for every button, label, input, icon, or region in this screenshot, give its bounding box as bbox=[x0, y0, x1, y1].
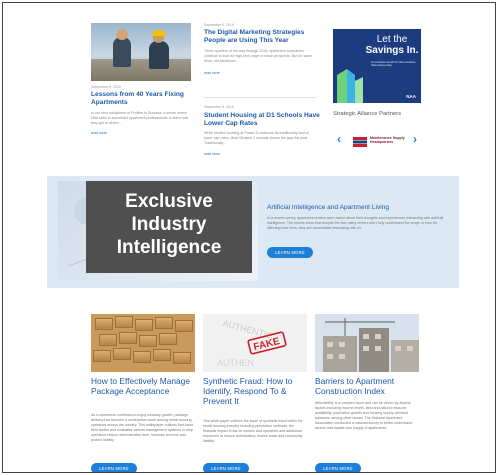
article-excerpt: Three-quarters of the way through 2016, … bbox=[204, 49, 313, 64]
ad-headline: Let the Savings In. bbox=[365, 34, 419, 56]
package-boxes-image[interactable] bbox=[91, 314, 195, 372]
ad-building-graphic bbox=[337, 69, 363, 103]
read-more-link[interactable]: read more bbox=[204, 152, 220, 156]
learn-more-button[interactable]: LEARN MORE bbox=[267, 247, 313, 258]
article-date: September 8, 2016 bbox=[91, 85, 121, 89]
card-title-synthetic-fraud[interactable]: Synthetic Fraud: How to Identify, Respon… bbox=[203, 376, 307, 407]
exclusive-intelligence-heading: Exclusive Industry Intelligence bbox=[116, 191, 222, 259]
card-excerpt: Affordability is a complex issue and can… bbox=[315, 401, 413, 431]
card-excerpt: This white paper outlines the issue of s… bbox=[203, 419, 303, 444]
article-title-student-housing[interactable]: Student Housing at D1 Schools Have Lower… bbox=[204, 112, 320, 128]
card-title-construction[interactable]: Barriers to Apartment Construction Index bbox=[315, 376, 419, 397]
partners-label: Strategic Alliance Partners bbox=[333, 111, 401, 117]
article-excerpt: While student housing at Power 5 continu… bbox=[204, 131, 309, 146]
partner-flag-icon bbox=[353, 137, 367, 147]
savings-ad-banner[interactable]: Let the Savings In. An exclusive benefit… bbox=[333, 29, 421, 103]
article-divider bbox=[204, 97, 316, 98]
article-title-lessons[interactable]: Lessons from 40 Years Fixing Apartments bbox=[91, 91, 191, 107]
workers-thumbnail[interactable] bbox=[91, 23, 191, 81]
next-partner-arrow[interactable]: › bbox=[413, 132, 417, 146]
learn-more-button[interactable]: LEARN MORE bbox=[91, 463, 137, 472]
prev-partner-arrow[interactable]: ‹ bbox=[337, 132, 341, 146]
card-excerpt: As e-commerce continues to enjoy runaway… bbox=[91, 413, 193, 443]
article-title-digital-marketing[interactable]: The Digital Marketing Strategies People … bbox=[204, 29, 320, 45]
learn-more-button[interactable]: LEARN MORE bbox=[315, 463, 361, 472]
article-date: September 8, 2016 bbox=[204, 105, 234, 109]
band-article-excerpt: In a recent survey, apartment renters we… bbox=[267, 216, 444, 231]
band-article-title[interactable]: Artificial Intelligence and Apartment Li… bbox=[267, 204, 389, 211]
ad-subtext: An exclusive benefit for NAA members. St… bbox=[371, 61, 416, 68]
read-more-link[interactable]: read more bbox=[204, 71, 220, 75]
learn-more-button[interactable]: LEARN MORE bbox=[203, 463, 249, 472]
card-title-package[interactable]: How to Effectively Manage Package Accept… bbox=[91, 376, 195, 397]
svg-text:AUTHEN: AUTHEN bbox=[217, 358, 254, 368]
construction-image[interactable] bbox=[315, 314, 419, 372]
read-more-link[interactable]: read more bbox=[91, 131, 107, 135]
naa-logo: NAA bbox=[406, 94, 416, 99]
page-frame: September 8, 2016 Lessons from 40 Years … bbox=[2, 2, 496, 473]
article-date: September 8, 2016 bbox=[204, 23, 234, 27]
partner-logo[interactable]: Maintenance Supply Headquarters bbox=[349, 129, 411, 155]
partner-name: Maintenance Supply Headquarters bbox=[370, 136, 405, 145]
article-excerpt: In our next installment of Profiles in S… bbox=[91, 111, 189, 126]
fake-stamp-image[interactable]: AUTHENTIC FAKE AUTHEN bbox=[203, 314, 307, 372]
